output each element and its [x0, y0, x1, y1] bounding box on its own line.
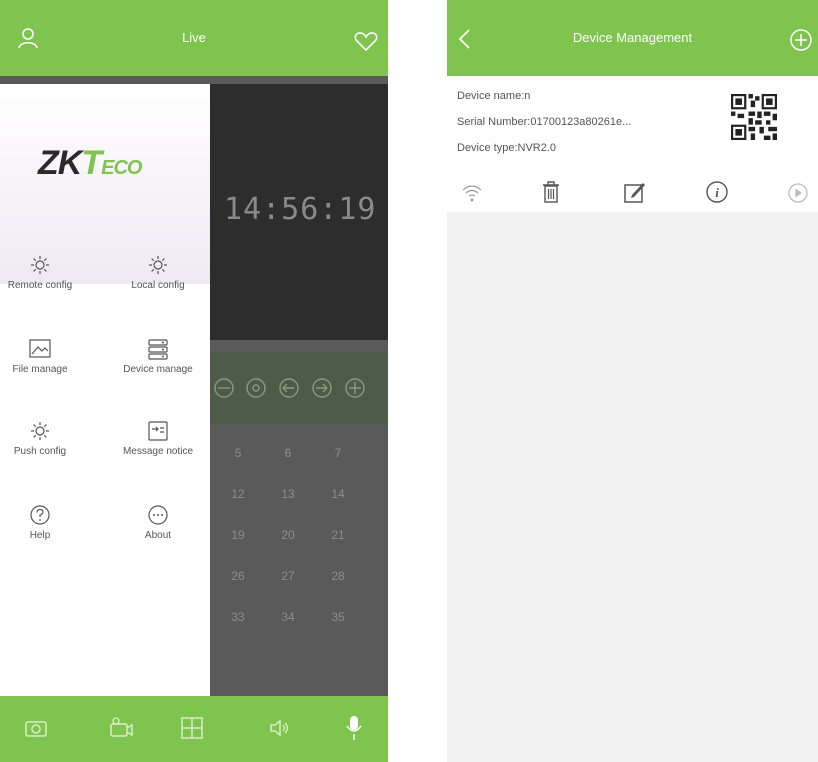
device-top-bar: Device Management: [447, 0, 818, 76]
split-screen-icon[interactable]: [180, 716, 204, 740]
live-video-view[interactable]: 14:56:19: [210, 84, 388, 340]
menu-remote-config[interactable]: Remote config: [0, 254, 90, 291]
ptz-control-bar: [210, 352, 388, 424]
grid-cell-number: 12: [231, 487, 245, 501]
grid-cell-number: 28: [331, 569, 345, 583]
grid-cell-number: 26: [231, 569, 245, 583]
menu-local-config[interactable]: Local config: [108, 254, 208, 291]
grid-cell-number: 6: [284, 446, 292, 460]
menu-push-config[interactable]: Push config: [0, 420, 90, 457]
menu-label: Help: [29, 530, 51, 541]
page-title: Live: [182, 30, 206, 45]
live-screen: Live 14:56:19 5 6 7 12 13 14 19 20 21 26 27 28 33 34 3…: [0, 0, 388, 762]
help-icon: [30, 505, 50, 525]
menu-label: Remote config: [7, 280, 73, 291]
user-icon[interactable]: [16, 26, 40, 50]
grid-cell-number: 19: [231, 528, 245, 542]
back-arrow-icon[interactable]: [457, 28, 473, 50]
microphone-icon[interactable]: [344, 714, 364, 742]
favorite-heart-icon[interactable]: [354, 30, 378, 52]
live-bottom-bar: [0, 696, 388, 762]
menu-label: File manage: [12, 364, 68, 375]
add-device-icon[interactable]: [789, 28, 813, 52]
menu-label: Message notice: [122, 446, 194, 457]
snapshot-camera-icon[interactable]: [24, 718, 48, 738]
zkteco-logo: ZKTECO: [38, 144, 142, 182]
message-icon: [148, 421, 168, 441]
grid-cell-number: 34: [281, 610, 295, 624]
menu-about[interactable]: About: [108, 504, 208, 541]
grid-cell-number: 7: [334, 446, 342, 460]
page-title: Device Management: [572, 30, 693, 45]
device-action-bar: i: [447, 176, 818, 212]
side-drawer-menu: ZKTECO Remote config Local config File m…: [0, 84, 210, 696]
info-icon[interactable]: i: [705, 180, 729, 204]
grid-cell-number: 21: [331, 528, 345, 542]
grid-cell-number: 13: [281, 487, 295, 501]
wifi-icon[interactable]: [461, 182, 483, 204]
menu-message-notice[interactable]: Message notice: [108, 420, 208, 457]
video-timestamp: 14:56:19: [224, 192, 377, 227]
more-icon: [148, 505, 168, 525]
menu-file-manage[interactable]: File manage: [0, 338, 90, 375]
play-icon[interactable]: [787, 182, 809, 204]
menu-help[interactable]: Help: [0, 504, 90, 541]
menu-label: About: [144, 530, 172, 541]
device-type: Device type:NVR2.0: [457, 142, 557, 154]
grid-cell-number: 5: [234, 446, 242, 460]
qr-code-icon[interactable]: [731, 94, 777, 140]
server-icon: [148, 339, 168, 360]
menu-label: Push config: [13, 446, 67, 457]
grid-cell-number: 14: [331, 487, 345, 501]
device-name: Device name:n: [457, 90, 531, 102]
channel-grid: 5 6 7 12 13 14 19 20 21 26 27 28 33 34 35: [210, 424, 388, 696]
gear-icon: [31, 422, 49, 440]
picture-icon: [29, 339, 51, 358]
live-top-bar: Live: [0, 0, 388, 76]
grid-cell-number: 20: [281, 528, 295, 542]
grid-cell-number: 27: [281, 569, 295, 583]
gear-icon: [149, 256, 167, 274]
svg-text:i: i: [715, 185, 719, 200]
delete-trash-icon[interactable]: [541, 180, 561, 204]
device-serial: Serial Number:01700123a80261e...: [457, 116, 632, 128]
record-video-icon[interactable]: [108, 716, 134, 740]
menu-device-manage[interactable]: Device manage: [108, 338, 208, 375]
grid-cell-number: 35: [331, 610, 345, 624]
grid-cell-number: 33: [231, 610, 245, 624]
speaker-icon[interactable]: [268, 718, 292, 738]
device-management-screen: Device Management Device name:n Serial N…: [447, 0, 818, 762]
edit-icon[interactable]: [623, 180, 647, 204]
device-list-empty-area: [447, 212, 818, 762]
device-list-item[interactable]: Device name:n Serial Number:01700123a802…: [447, 76, 818, 213]
gear-icon: [31, 256, 49, 274]
menu-label: Device manage: [123, 364, 193, 375]
menu-label: Local config: [131, 280, 185, 291]
